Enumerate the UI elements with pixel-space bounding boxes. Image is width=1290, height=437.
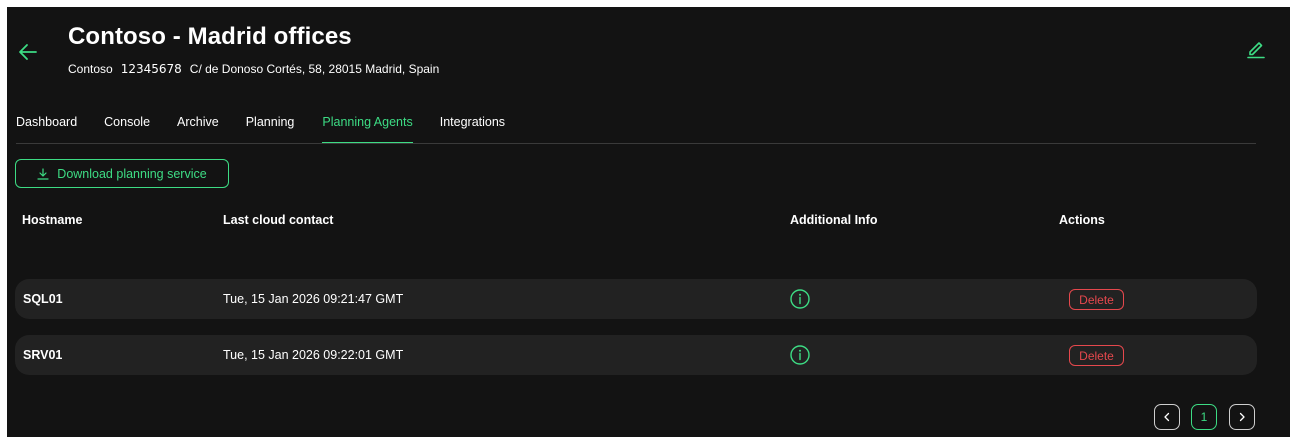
column-header-last-cloud-contact: Last cloud contact (223, 213, 334, 227)
page-title: Contoso - Madrid offices (68, 23, 352, 50)
pagination-next-button[interactable] (1229, 404, 1255, 430)
pagination-page-current[interactable]: 1 (1191, 404, 1217, 430)
site-id: 12345678 (120, 62, 182, 76)
table-row: SRV01 Tue, 15 Jan 2026 09:22:01 GMT Dele… (15, 335, 1257, 375)
download-planning-service-button[interactable]: Download planning service (15, 159, 229, 188)
column-header-hostname: Hostname (22, 213, 83, 227)
column-header-actions: Actions (1059, 213, 1105, 227)
tab-planning[interactable]: Planning (246, 111, 295, 144)
table-row: SQL01 Tue, 15 Jan 2026 09:21:47 GMT Dele… (15, 279, 1257, 319)
window-border-top (0, 0, 1290, 7)
app-frame: Contoso - Madrid offices Contoso 1234567… (0, 0, 1290, 437)
main-panel: Contoso - Madrid offices Contoso 1234567… (7, 7, 1290, 437)
window-border-left (0, 0, 7, 437)
hostname-cell: SQL01 (23, 292, 63, 306)
tab-console[interactable]: Console (104, 111, 150, 144)
tab-dashboard[interactable]: Dashboard (16, 111, 77, 144)
tab-bar: Dashboard Console Archive Planning Plann… (16, 111, 1256, 144)
last-contact-cell: Tue, 15 Jan 2026 09:21:47 GMT (223, 292, 404, 306)
tab-divider (16, 143, 1256, 144)
delete-button[interactable]: Delete (1069, 289, 1124, 310)
pencil-icon (1247, 42, 1265, 59)
site-subtitle: Contoso 12345678 C/ de Donoso Cortés, 58… (68, 62, 439, 76)
download-icon (37, 167, 49, 180)
company-name: Contoso (68, 62, 113, 76)
tab-archive[interactable]: Archive (177, 111, 219, 144)
site-address: C/ de Donoso Cortés, 58, 28015 Madrid, S… (189, 62, 440, 76)
chevron-right-icon (1239, 412, 1245, 422)
back-button[interactable] (14, 38, 42, 66)
download-button-label: Download planning service (57, 166, 207, 181)
chevron-left-icon (1164, 412, 1170, 422)
tab-planning-agents[interactable]: Planning Agents (322, 111, 414, 144)
arrow-left-icon (19, 44, 37, 60)
last-contact-cell: Tue, 15 Jan 2026 09:22:01 GMT (223, 348, 404, 362)
info-icon[interactable] (789, 288, 811, 310)
delete-button[interactable]: Delete (1069, 345, 1124, 366)
pagination-prev-button[interactable] (1154, 404, 1180, 430)
column-header-additional-info: Additional Info (790, 213, 878, 227)
hostname-cell: SRV01 (23, 348, 63, 362)
info-icon[interactable] (789, 344, 811, 366)
tab-integrations[interactable]: Integrations (440, 111, 505, 144)
edit-button[interactable] (1243, 35, 1269, 61)
